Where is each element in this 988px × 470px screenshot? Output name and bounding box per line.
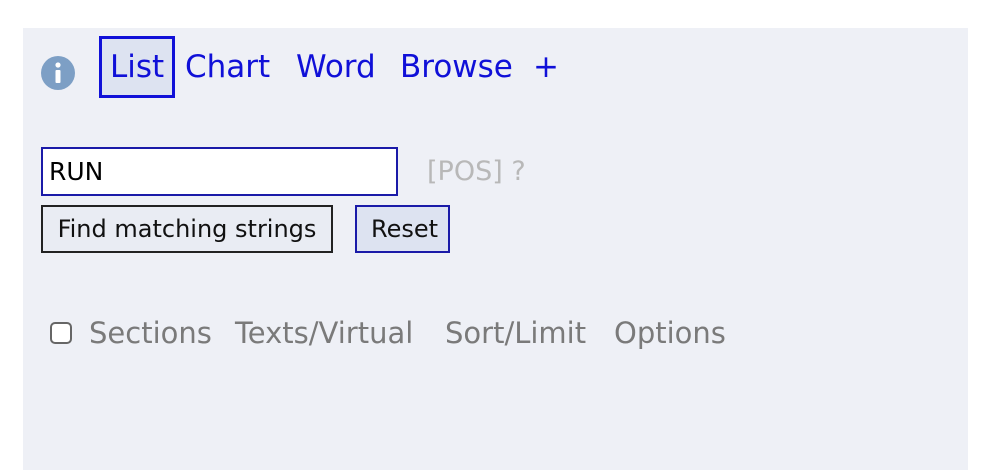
tab-add[interactable]: +	[533, 36, 559, 98]
reset-button[interactable]: Reset	[355, 205, 450, 253]
sort-limit-link[interactable]: Sort/Limit	[445, 310, 586, 356]
find-matching-strings-button[interactable]: Find matching strings	[41, 205, 333, 253]
info-icon[interactable]	[41, 56, 75, 90]
tab-browse[interactable]: Browse	[400, 36, 513, 98]
sections-label[interactable]: Sections	[89, 310, 212, 356]
pos-hint-link[interactable]: [POS] ?	[427, 147, 526, 196]
tab-list[interactable]: List	[99, 36, 176, 98]
texts-virtual-link[interactable]: Texts/Virtual	[235, 310, 413, 356]
sections-checkbox[interactable]	[50, 322, 72, 344]
options-link[interactable]: Options	[614, 310, 726, 356]
search-panel: List Chart Word Browse + [POS] ? Find ma…	[23, 28, 968, 470]
search-input[interactable]	[41, 147, 398, 196]
tab-chart[interactable]: Chart	[185, 36, 270, 98]
tab-word[interactable]: Word	[296, 36, 376, 98]
